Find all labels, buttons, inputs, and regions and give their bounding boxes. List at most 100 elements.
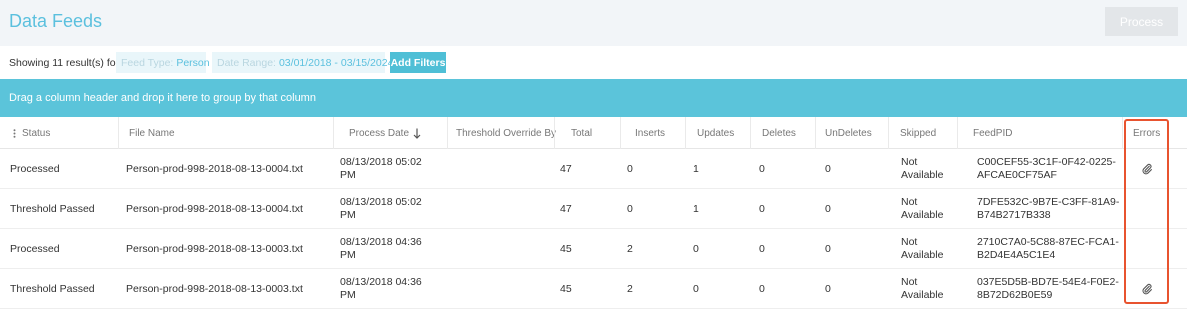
skipped-line1: Not [901, 196, 918, 208]
cell-inserts: 0 [627, 162, 633, 175]
cell-deletes: 0 [759, 162, 765, 175]
column-header-undeletes[interactable]: UnDeletes [815, 117, 888, 149]
process-date-line1: 08/13/2018 05:02 [340, 196, 422, 208]
errors-column-highlight [1124, 119, 1169, 304]
table-row[interactable]: Threshold Passed Person-prod-998-2018-08… [0, 189, 1187, 229]
date-range-filter-key: Date Range: [217, 56, 276, 69]
cell-skipped: Not Available [901, 269, 943, 309]
cell-status: Threshold Passed [10, 282, 95, 295]
skipped-line2: Available [901, 289, 944, 301]
column-header-deletes-label: Deletes [762, 127, 796, 139]
date-range-filter-chip[interactable]: Date Range: 03/01/2018 - 03/15/2024 [212, 52, 393, 73]
cell-updates: 0 [693, 242, 699, 255]
table-row[interactable]: Threshold Passed Person-prod-998-2018-08… [0, 269, 1187, 309]
column-header-status[interactable]: Status [0, 117, 118, 149]
column-header-deletes[interactable]: Deletes [750, 117, 815, 149]
cell-status: Processed [10, 162, 60, 175]
cell-feedpid: 2710C7A0-5C88-87EC-FCA1- B2D4E4A5C1E4 [977, 229, 1119, 269]
feed-type-filter-key: Feed Type: [121, 56, 174, 69]
cell-skipped: Not Available [901, 149, 943, 189]
column-header-total-label: Total [571, 127, 593, 139]
cell-status: Threshold Passed [10, 202, 95, 215]
skipped-line1: Not [901, 236, 918, 248]
cell-deletes: 0 [759, 202, 765, 215]
cell-file-name: Person-prod-998-2018-08-13-0004.txt [126, 162, 303, 175]
table-row[interactable]: Processed Person-prod-998-2018-08-13-000… [0, 229, 1187, 269]
feedpid-line1: 7DFE532C-9B7E-C3FF-81A9- [977, 196, 1120, 208]
grid-header-row: Status File Name Process Date Threshold … [0, 117, 1187, 149]
column-header-threshold-label: Threshold Override By [456, 127, 557, 139]
column-header-feedpid-label: FeedPID [973, 127, 1013, 139]
result-count-text: Showing 11 result(s) for [9, 57, 120, 69]
column-header-file-name-label: File Name [129, 127, 175, 139]
column-header-updates-label: Updates [697, 127, 735, 139]
process-date-line2: PM [340, 169, 356, 181]
cell-file-name: Person-prod-998-2018-08-13-0003.txt [126, 242, 303, 255]
feed-type-filter-chip[interactable]: Feed Type: Person [116, 52, 210, 73]
process-date-line1: 08/13/2018 04:36 [340, 236, 422, 248]
column-header-undeletes-label: UnDeletes [825, 127, 872, 139]
cell-total: 47 [560, 162, 572, 175]
cell-feedpid: 7DFE532C-9B7E-C3FF-81A9- B74B2717B338 [977, 189, 1119, 229]
cell-inserts: 2 [627, 242, 633, 255]
column-header-skipped[interactable]: Skipped [888, 117, 957, 149]
column-header-threshold-override-by[interactable]: Threshold Override By [447, 117, 557, 149]
cell-updates: 0 [693, 282, 699, 295]
add-filters-button[interactable]: Add Filters [390, 52, 446, 73]
data-feeds-grid: Status File Name Process Date Threshold … [0, 117, 1187, 309]
cell-process-date: 08/13/2018 05:02 PM [340, 149, 422, 189]
cell-undeletes: 0 [825, 162, 831, 175]
feedpid-line2: AFCAE0CF75AF [977, 169, 1057, 181]
cell-total: 45 [560, 242, 572, 255]
column-header-inserts-label: Inserts [635, 127, 666, 139]
skipped-line1: Not [901, 156, 918, 168]
table-row[interactable]: Processed Person-prod-998-2018-08-13-000… [0, 149, 1187, 189]
column-header-status-label: Status [22, 127, 51, 139]
column-header-updates[interactable]: Updates [685, 117, 750, 149]
column-header-skipped-label: Skipped [900, 127, 937, 139]
cell-feedpid: 037E5D5B-BD7E-54E4-F0E2- 8B72D62B0E59 [977, 269, 1119, 309]
column-header-process-date[interactable]: Process Date [333, 117, 447, 149]
feedpid-line1: 037E5D5B-BD7E-54E4-F0E2- [977, 276, 1119, 288]
cell-process-date: 08/13/2018 05:02 PM [340, 189, 422, 229]
feedpid-line1: 2710C7A0-5C88-87EC-FCA1- [977, 236, 1119, 248]
column-header-inserts[interactable]: Inserts [620, 117, 685, 149]
process-date-line2: PM [340, 249, 356, 261]
skipped-line2: Available [901, 209, 944, 221]
column-header-process-date-label: Process Date [349, 127, 410, 139]
cell-skipped: Not Available [901, 229, 943, 269]
process-date-line1: 08/13/2018 05:02 [340, 156, 422, 168]
feedpid-line1: C00CEF55-3C1F-0F42-0225- [977, 156, 1116, 168]
cell-file-name: Person-prod-998-2018-08-13-0004.txt [126, 202, 303, 215]
process-date-line2: PM [340, 289, 356, 301]
sort-descending-icon [413, 128, 421, 139]
process-button[interactable]: Process [1105, 7, 1178, 36]
cell-deletes: 0 [759, 282, 765, 295]
group-by-drop-zone[interactable]: Drag a column header and drop it here to… [0, 79, 1187, 117]
cell-deletes: 0 [759, 242, 765, 255]
cell-inserts: 2 [627, 282, 633, 295]
process-date-line1: 08/13/2018 04:36 [340, 276, 422, 288]
cell-total: 45 [560, 282, 572, 295]
cell-updates: 1 [693, 162, 699, 175]
cell-undeletes: 0 [825, 282, 831, 295]
column-header-feedpid[interactable]: FeedPID [957, 117, 1122, 149]
cell-total: 47 [560, 202, 572, 215]
feedpid-line2: 8B72D62B0E59 [977, 289, 1053, 301]
cell-updates: 1 [693, 202, 699, 215]
feedpid-line2: B2D4E4A5C1E4 [977, 249, 1056, 261]
cell-status: Processed [10, 242, 60, 255]
cell-skipped: Not Available [901, 189, 943, 229]
skipped-line2: Available [901, 249, 944, 261]
column-header-total[interactable]: Total [554, 117, 620, 149]
page-header: Data Feeds Process [0, 0, 1187, 46]
feed-type-filter-value: Person [176, 56, 210, 69]
skipped-line2: Available [901, 169, 944, 181]
cell-process-date: 08/13/2018 04:36 PM [340, 229, 422, 269]
cell-inserts: 0 [627, 202, 633, 215]
column-header-file-name[interactable]: File Name [118, 117, 333, 149]
column-menu-icon[interactable] [13, 128, 16, 138]
cell-file-name: Person-prod-998-2018-08-13-0003.txt [126, 282, 303, 295]
skipped-line1: Not [901, 276, 918, 288]
cell-process-date: 08/13/2018 04:36 PM [340, 269, 422, 309]
